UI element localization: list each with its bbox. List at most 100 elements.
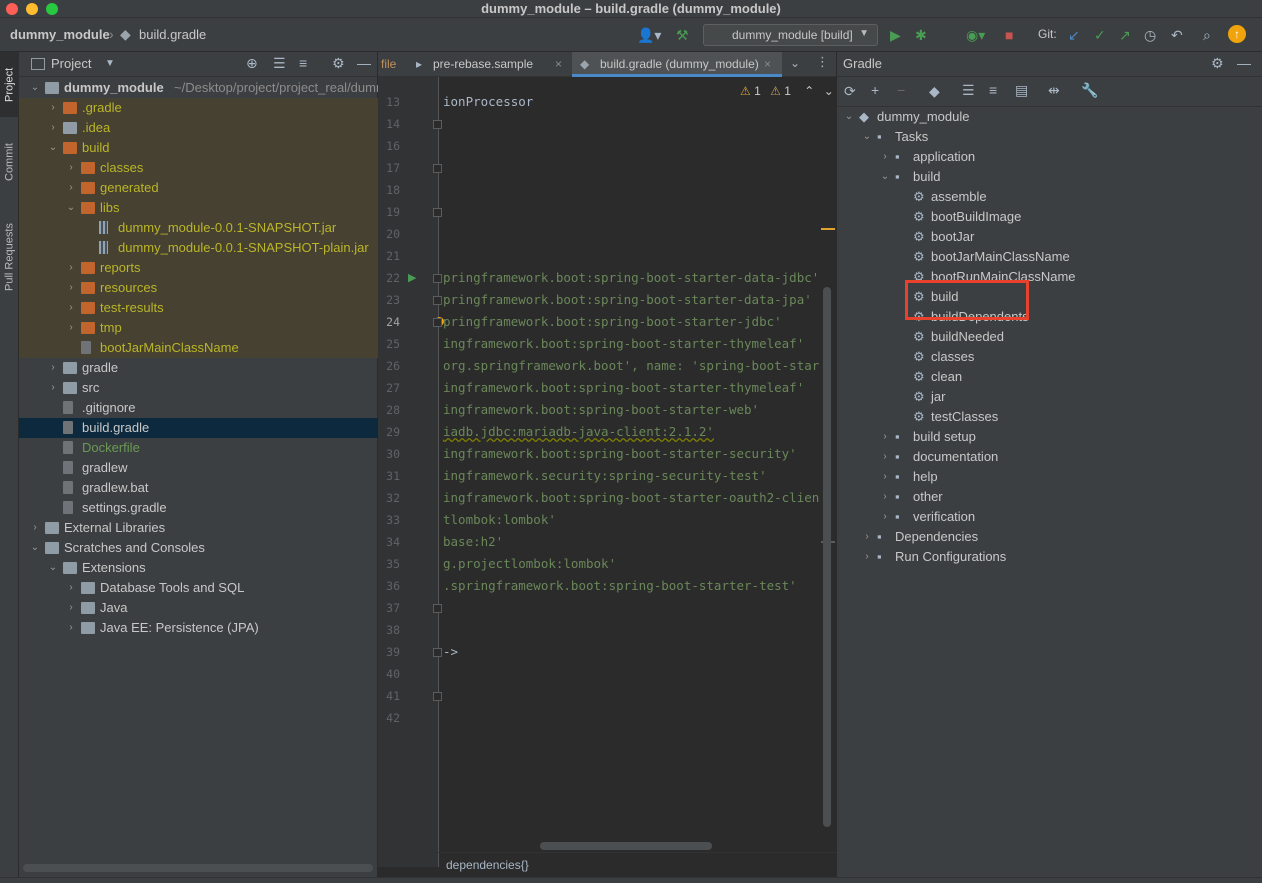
fold-marker[interactable] [433,692,442,701]
remove-icon[interactable]: − [897,82,905,98]
nav-crumb-file[interactable]: build.gradle [139,27,206,42]
collapse-all-icon[interactable]: ≡ [299,55,307,71]
git-commit-icon[interactable]: ✓ [1094,27,1106,43]
chevron-down-icon[interactable]: ⌄ [65,198,77,218]
project-tree-row[interactable]: .gitignore [19,398,378,418]
stop-icon[interactable]: ■ [1005,27,1013,43]
code-line[interactable]: pringframework.boot:spring-boot-starter-… [443,289,835,311]
project-tree-row[interactable]: dummy_module-0.0.1-SNAPSHOT-plain.jar [19,238,378,258]
project-tree-row[interactable]: bootJarMainClassName [19,338,378,358]
gradle-task-row[interactable]: ⚙ build [837,287,1262,307]
project-tree-row[interactable]: ⌄ Extensions [19,558,378,578]
gradle-task-row[interactable]: ⚙ jar [837,387,1262,407]
code-line[interactable]: g.projectlombok:lombok' [443,553,835,575]
code-line[interactable]: .springframework.boot:spring-boot-starte… [443,575,835,597]
toggle-offline-icon[interactable]: ⇹ [1048,82,1060,99]
gradle-task-row[interactable]: ⚙ testClasses [837,407,1262,427]
code-line[interactable] [443,223,835,245]
gradle-group-row[interactable]: ⌄ ▪ build [837,167,1262,187]
build-tool-settings-icon[interactable]: 🔧 [1081,82,1098,99]
add-icon[interactable]: + [871,82,879,98]
gradle-task-row[interactable]: ⚙ buildDependents [837,307,1262,327]
chevron-right-icon[interactable]: › [29,518,41,538]
project-tree-row[interactable]: › .idea [19,118,378,138]
gear-icon[interactable]: ⚙ [1211,55,1224,72]
code-line[interactable] [443,707,835,729]
show-dependencies-icon[interactable]: ▤ [1015,82,1028,99]
project-tree-row[interactable]: settings.gradle [19,498,378,518]
code-line[interactable] [443,597,835,619]
run-gutter-icon[interactable]: ▶ [408,271,416,284]
code-line[interactable]: pringframework.boot:spring-boot-starter-… [443,311,835,333]
project-tree-row[interactable]: › .gradle [19,98,378,118]
code-line[interactable] [443,201,835,223]
project-tree-row[interactable]: ⌄ Scratches and Consoles [19,538,378,558]
fold-marker[interactable] [433,208,442,217]
run-configuration-selector[interactable]: dummy_module [build] ▼ [703,24,878,46]
gradle-group-row[interactable]: › ▪ documentation [837,447,1262,467]
reload-icon[interactable]: ⟳ [844,83,856,100]
gradle-task-row[interactable]: ⚙ clean [837,367,1262,387]
project-tree-row[interactable]: gradlew [19,458,378,478]
project-tree-row[interactable]: › Database Tools and SQL [19,578,378,598]
code-line[interactable]: pringframework.boot:spring-boot-starter-… [443,267,835,289]
chevron-down-icon[interactable]: ⌄ [29,538,41,558]
gradle-group-row[interactable]: ⌄ ◆ dummy_module [837,107,1262,127]
gradle-group-row[interactable]: › ▪ Dependencies [837,527,1262,547]
code-line[interactable] [443,685,835,707]
fold-marker[interactable] [433,120,442,129]
chevron-right-icon[interactable]: › [879,467,891,487]
chevron-down-icon[interactable]: ⌄ [47,138,59,158]
horizontal-scrollbar[interactable] [23,864,373,872]
locate-file-icon[interactable]: ⊕ [246,55,258,72]
fold-marker[interactable] [433,604,442,613]
tab-commit[interactable]: Commit [0,127,19,197]
code-line[interactable] [443,663,835,685]
project-tree-row[interactable]: dummy_module-0.0.1-SNAPSHOT.jar [19,218,378,238]
run-icon[interactable]: ▶ [890,27,901,43]
build-hammer-icon[interactable]: ⚒ [676,27,689,43]
debug-icon[interactable]: ✱ [915,27,927,43]
editor-tab-build-gradle[interactable]: ◆ build.gradle (dummy_module) × [572,52,782,77]
tab-pull-requests[interactable]: Pull Requests [0,207,19,307]
gradle-group-row[interactable]: › ▪ verification [837,507,1262,527]
chevron-right-icon[interactable]: › [65,158,77,178]
project-tree-row[interactable]: ⌄ build [19,138,378,158]
gear-icon[interactable]: ⚙ [332,55,345,72]
code-breadcrumb[interactable]: dependencies{} [438,852,836,877]
chevron-right-icon[interactable]: › [47,98,59,118]
gradle-group-row[interactable]: › ▪ build setup [837,427,1262,447]
project-tree-row[interactable]: › tmp [19,318,378,338]
gradle-task-row[interactable]: ⚙ bootBuildImage [837,207,1262,227]
fold-marker[interactable] [433,648,442,657]
code-line[interactable]: ingframework.security:spring-security-te… [443,465,835,487]
gradle-task-row[interactable]: ⚙ assemble [837,187,1262,207]
close-tab-icon[interactable]: × [764,52,771,74]
code-line[interactable] [443,157,835,179]
chevron-down-icon[interactable]: ⌄ [790,56,800,70]
git-push-icon[interactable]: ↗ [1119,27,1131,43]
gradle-group-row[interactable]: › ▪ Run Configurations [837,547,1262,567]
fold-marker[interactable] [433,296,442,305]
editor-tab-pre-rebase[interactable]: ▸ pre-rebase.sample × [408,52,571,77]
project-tree-row[interactable]: › gradle [19,358,378,378]
fold-marker[interactable] [433,164,442,173]
hide-panel-icon[interactable]: — [357,55,371,71]
git-history-icon[interactable]: ◷ [1144,27,1156,43]
horizontal-scrollbar[interactable] [540,842,712,850]
fold-marker[interactable] [433,318,442,327]
chevron-right-icon[interactable]: › [65,258,77,278]
editor-tab-dockerfile[interactable]: file [378,52,408,77]
chevron-right-icon[interactable]: › [879,147,891,167]
code-line[interactable]: tlombok:lombok' [443,509,835,531]
project-tree-row[interactable]: › reports [19,258,378,278]
project-tree-row[interactable]: › Java EE: Persistence (JPA) [19,618,378,638]
gradle-group-row[interactable]: › ▪ help [837,467,1262,487]
code-line[interactable] [443,113,835,135]
project-tree-row[interactable]: › classes [19,158,378,178]
chevron-right-icon[interactable]: › [47,118,59,138]
git-update-icon[interactable]: ↙ [1068,27,1080,43]
expand-all-icon[interactable]: ☰ [962,82,975,99]
project-tree-row[interactable]: › Java [19,598,378,618]
gradle-task-row[interactable]: ⚙ bootJarMainClassName [837,247,1262,267]
